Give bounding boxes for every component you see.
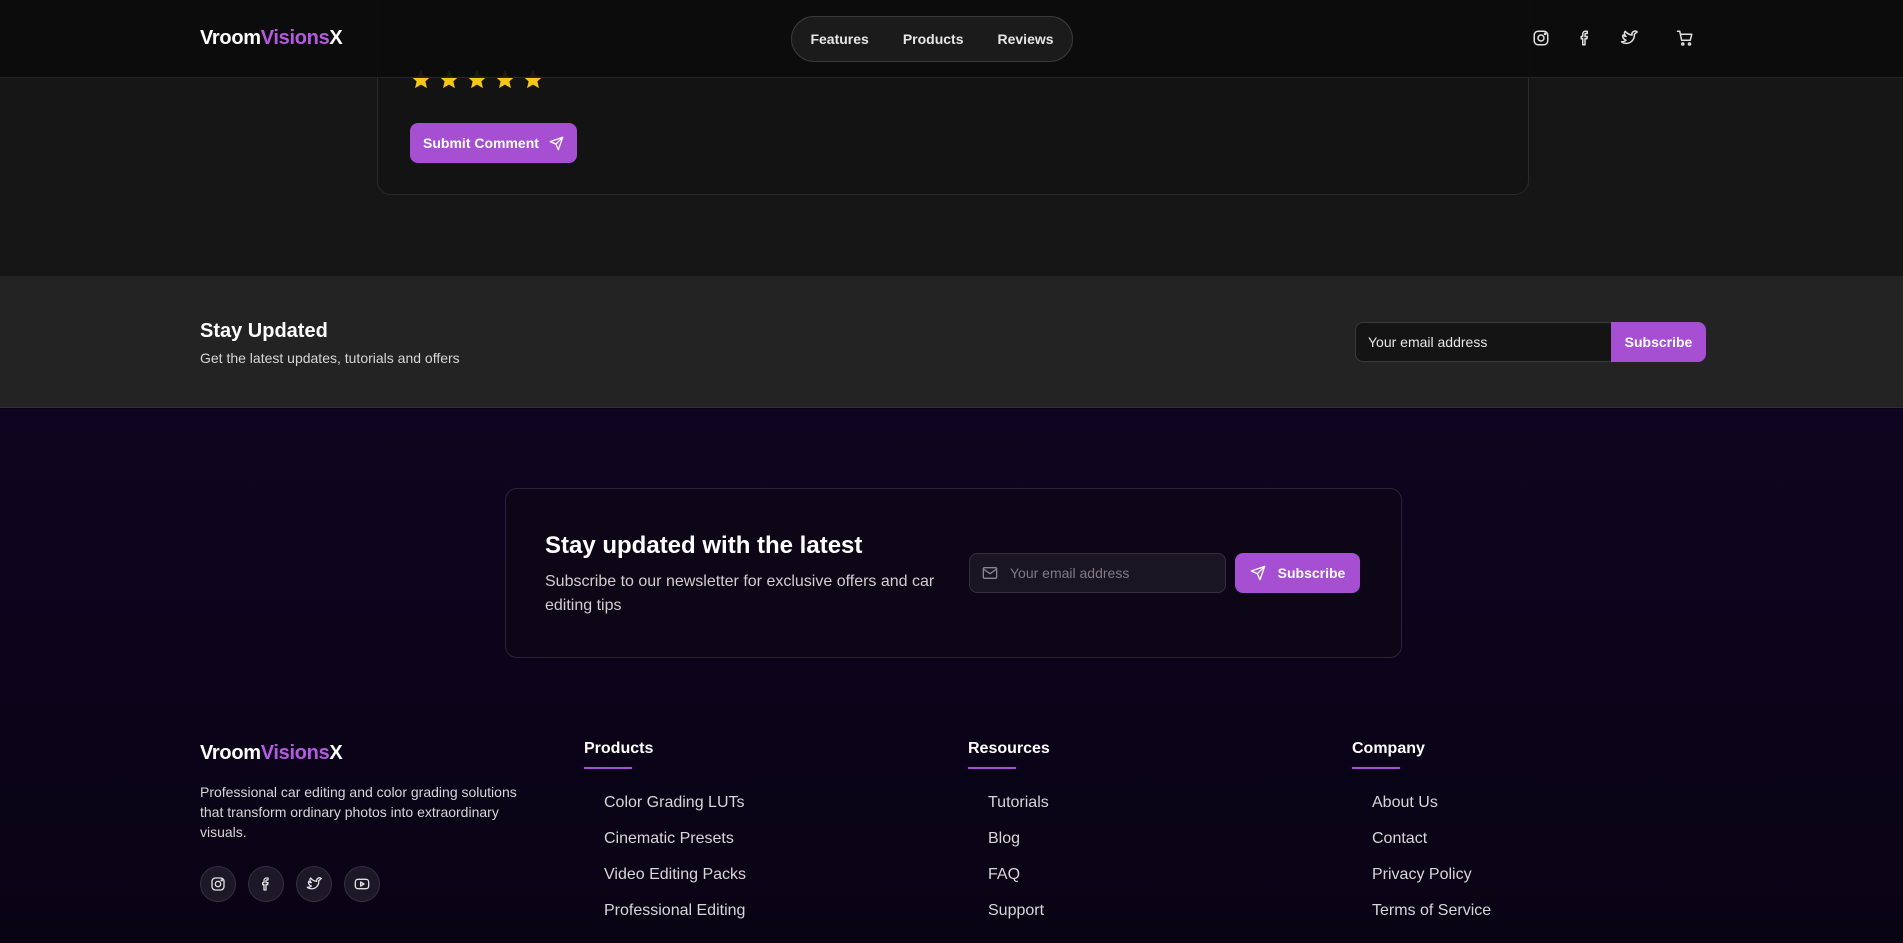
footer-col-products: Products Color Grading LUTs Cinematic Pr… xyxy=(584,740,746,938)
col-underline xyxy=(1352,767,1400,769)
header-social xyxy=(1532,29,1694,47)
nav-products[interactable]: Products xyxy=(886,31,981,47)
footer-col-company: Company About Us Contact Privacy Policy … xyxy=(1352,740,1491,938)
footer-logo[interactable]: VroomVisionsX xyxy=(200,742,343,765)
footer-link[interactable]: About Us xyxy=(1372,794,1491,830)
footer-col-resources: Resources Tutorials Blog FAQ Support xyxy=(968,740,1050,938)
logo-part-vroom: Vroom xyxy=(200,27,261,49)
footer-link[interactable]: Professional Editing xyxy=(604,902,746,938)
newsletter-subscribe-button[interactable]: Subscribe xyxy=(1235,553,1360,593)
send-icon xyxy=(1250,565,1265,581)
footer-link[interactable]: Cinematic Presets xyxy=(604,830,746,866)
logo-part-visions: Visions xyxy=(260,742,330,764)
submit-comment-label: Submit Comment xyxy=(423,135,539,151)
band-title: Stay Updated xyxy=(200,320,328,342)
twitter-icon xyxy=(306,877,322,890)
footer-twitter-button[interactable] xyxy=(296,866,332,902)
band-subtitle: Get the latest updates, tutorials and of… xyxy=(200,350,460,366)
col-links: Tutorials Blog FAQ Support xyxy=(968,794,1050,938)
col-links: About Us Contact Privacy Policy Terms of… xyxy=(1352,794,1491,938)
newsletter-email-placeholder: Your email address xyxy=(1010,565,1130,581)
footer-link[interactable]: Color Grading LUTs xyxy=(604,794,746,830)
twitter-icon[interactable] xyxy=(1620,29,1638,47)
col-links: Color Grading LUTs Cinematic Presets Vid… xyxy=(584,794,746,938)
logo-part-x: X xyxy=(329,27,343,49)
col-title: Resources xyxy=(968,740,1050,757)
facebook-icon[interactable] xyxy=(1576,29,1594,47)
footer-social xyxy=(200,866,380,902)
footer-link[interactable]: Blog xyxy=(988,830,1050,866)
youtube-icon xyxy=(354,878,370,890)
footer-youtube-button[interactable] xyxy=(344,866,380,902)
main-nav: Features Products Reviews xyxy=(791,16,1073,62)
newsletter-subscribe-label: Subscribe xyxy=(1277,565,1346,581)
newsletter-subtitle: Subscribe to our newsletter for exclusiv… xyxy=(545,573,935,614)
footer-link[interactable]: Terms of Service xyxy=(1372,902,1491,938)
logo-part-x: X xyxy=(329,742,343,764)
footer-link[interactable]: Tutorials xyxy=(988,794,1050,830)
nav-features[interactable]: Features xyxy=(793,31,885,47)
footer-link[interactable]: Contact xyxy=(1372,830,1491,866)
newsletter-title: Stay updated with the latest xyxy=(545,532,863,559)
cart-icon[interactable] xyxy=(1676,29,1694,47)
instagram-icon[interactable] xyxy=(1532,29,1550,47)
mail-icon xyxy=(982,567,998,579)
footer-link[interactable]: FAQ xyxy=(988,866,1050,902)
send-icon xyxy=(549,136,564,150)
col-title: Products xyxy=(584,740,654,757)
footer-facebook-button[interactable] xyxy=(248,866,284,902)
instagram-icon xyxy=(211,877,225,891)
footer-link[interactable]: Privacy Policy xyxy=(1372,866,1491,902)
facebook-icon xyxy=(262,877,269,891)
nav-reviews[interactable]: Reviews xyxy=(981,31,1071,47)
band-subscribe-button[interactable]: Subscribe xyxy=(1611,322,1706,362)
logo[interactable]: VroomVisionsX xyxy=(200,27,343,50)
col-underline xyxy=(968,767,1016,769)
footer-link[interactable]: Video Editing Packs xyxy=(604,866,746,902)
footer-link[interactable]: Support xyxy=(988,902,1050,938)
brand-description: Professional car editing and color gradi… xyxy=(200,784,517,840)
newsletter-email-input[interactable]: Your email address xyxy=(969,553,1226,593)
logo-part-visions: Visions xyxy=(260,27,330,49)
submit-comment-button[interactable]: Submit Comment xyxy=(410,123,577,163)
col-title: Company xyxy=(1352,740,1425,757)
site-header: VroomVisionsX Features Products Reviews xyxy=(0,0,1903,78)
logo-part-vroom: Vroom xyxy=(200,742,261,764)
band-email-input[interactable]: Your email address xyxy=(1355,322,1613,362)
footer-instagram-button[interactable] xyxy=(200,866,236,902)
col-underline xyxy=(584,767,632,769)
